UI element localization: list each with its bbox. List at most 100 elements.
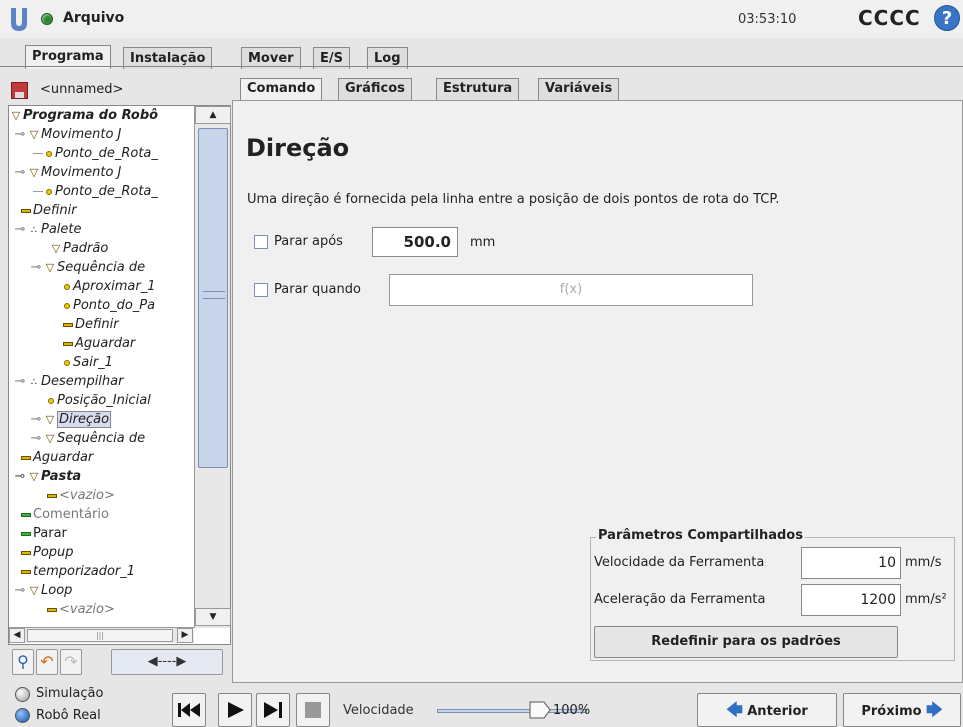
tab-graficos[interactable]: Gráficos xyxy=(338,78,412,100)
triangle-icon: ▽ xyxy=(29,166,39,179)
waypoint-icon xyxy=(46,188,52,195)
tab-divider xyxy=(0,66,963,67)
scroll-up-icon[interactable]: ▲ xyxy=(195,106,231,124)
stop-when-checkbox[interactable] xyxy=(254,283,268,297)
tree-node[interactable]: ⊸ ▽ Sequência de xyxy=(29,429,146,448)
play-icon xyxy=(228,702,244,718)
tree-node[interactable]: ⊸ ▽ Loop xyxy=(13,581,73,600)
tree-branch-icon: ⊸ xyxy=(30,412,42,427)
move-node-button[interactable]: ◀----▶ xyxy=(111,649,223,675)
rewind-button[interactable] xyxy=(172,693,206,727)
tree-node[interactable]: Aproximar_1 xyxy=(61,277,156,296)
tree-node[interactable]: Aguardar xyxy=(19,448,93,467)
robot-name: CCCC xyxy=(858,6,921,30)
arrow-right-icon: 🡆 xyxy=(926,700,943,719)
previous-button[interactable]: 🡄 Anterior xyxy=(697,693,837,727)
next-button[interactable]: Próximo 🡆 xyxy=(843,693,961,727)
scroll-right-icon[interactable]: ▶ xyxy=(177,628,193,643)
tree-node[interactable]: Ponto_de_Rota_ xyxy=(33,182,158,201)
search-icon[interactable]: ⚲ xyxy=(12,649,34,675)
tool-speed-input[interactable]: 10 xyxy=(801,547,901,579)
tree-node[interactable]: Ponto_do_Pa xyxy=(61,296,155,315)
tab-comando[interactable]: Comando xyxy=(240,78,323,100)
play-button[interactable] xyxy=(218,693,252,727)
real-robot-label: Robô Real xyxy=(36,708,101,723)
tree-node[interactable]: ⊸ ▽ Movimento J xyxy=(13,163,122,182)
triangle-icon: ▽ xyxy=(45,432,55,445)
reset-defaults-button[interactable]: Redefinir para os padrões xyxy=(594,626,898,658)
tree-node[interactable]: ⊸ ∴ Palete xyxy=(13,220,82,239)
stop-button[interactable] xyxy=(296,693,330,727)
top-bar: Arquivo 03:53:10 CCCC ? xyxy=(0,0,963,38)
dash-icon xyxy=(21,569,31,574)
tree-horizontal-scrollbar[interactable]: ◀ ||| ▶ xyxy=(9,627,194,643)
tree-branch-icon: ⊸ xyxy=(30,260,42,275)
stop-when-expression-input[interactable]: f(x) xyxy=(389,274,753,306)
waypoint-icon xyxy=(64,359,70,366)
tab-estrutura[interactable]: Estrutura xyxy=(436,78,520,100)
save-icon[interactable] xyxy=(11,82,28,99)
tree-node[interactable]: temporizador_1 xyxy=(19,562,135,581)
tool-accel-unit: mm/s² xyxy=(905,592,947,607)
triangle-icon: ▽ xyxy=(45,261,55,274)
tree-toolbar: ⚲ ↶ ↷ ◀----▶ xyxy=(8,645,231,679)
tree-node[interactable]: Parar xyxy=(19,524,67,543)
tree-node[interactable]: ▽ Padrão xyxy=(49,239,109,258)
tree-node[interactable]: ⊸ ▽ Movimento J xyxy=(13,125,122,144)
speed-slider-thumb[interactable] xyxy=(528,700,552,720)
tree-node[interactable]: <vazio> xyxy=(45,486,115,505)
robot-status-icon xyxy=(41,13,53,25)
tool-accel-input[interactable]: 1200 xyxy=(801,584,901,616)
tree-node[interactable]: Ponto_de_Rota_ xyxy=(33,144,158,163)
scroll-left-icon[interactable]: ◀ xyxy=(9,628,25,643)
tree-node[interactable]: Popup xyxy=(19,543,74,562)
tree-node[interactable]: Sair_1 xyxy=(61,353,113,372)
waypoint-icon xyxy=(64,283,70,290)
tree-node[interactable]: ⊸ ∴ Desempilhar xyxy=(13,372,124,391)
simulation-radio[interactable] xyxy=(15,687,30,702)
simulation-label: Simulação xyxy=(36,686,104,701)
real-robot-radio[interactable] xyxy=(15,708,30,723)
tree-node[interactable]: Definir xyxy=(61,315,119,334)
tree-branch-icon: ⊸ xyxy=(14,165,26,180)
previous-label: Anterior xyxy=(747,704,808,719)
tree-node[interactable]: Definir xyxy=(19,201,77,220)
stop-after-input[interactable]: 500.0 xyxy=(372,227,458,257)
tree-vertical-scrollbar[interactable]: ▲ ▼ xyxy=(194,106,231,628)
stop-when-label: Parar quando xyxy=(274,282,361,297)
dash-icon xyxy=(21,208,31,213)
waypoint-icon xyxy=(64,302,70,309)
tab-variaveis[interactable]: Variáveis xyxy=(538,78,620,100)
tree-node[interactable]: ⊸ ▽ Sequência de xyxy=(29,258,146,277)
waypoint-icon xyxy=(46,150,52,157)
help-icon[interactable]: ? xyxy=(934,5,960,31)
dash-icon xyxy=(47,607,57,612)
next-label: Próximo xyxy=(861,704,922,719)
scroll-down-icon[interactable]: ▼ xyxy=(195,608,231,626)
step-icon xyxy=(264,702,282,718)
pallet-icon: ∴ xyxy=(30,377,38,388)
file-menu[interactable]: Arquivo xyxy=(63,10,124,26)
tree-node[interactable]: Posição_Inicial xyxy=(45,391,151,410)
tree-branch-icon: ⊸ xyxy=(14,222,26,237)
tree-node-selected[interactable]: ⊸ ▽ Direção xyxy=(29,410,112,429)
dash-icon xyxy=(47,493,57,498)
scroll-thumb[interactable]: ||| xyxy=(27,629,173,642)
stop-after-unit: mm xyxy=(470,235,496,250)
step-button[interactable] xyxy=(256,693,290,727)
tree-node[interactable]: Aguardar xyxy=(61,334,135,353)
stop-after-checkbox[interactable] xyxy=(254,235,268,249)
tree-node[interactable]: Comentário xyxy=(19,505,109,524)
tree-branch-icon: ⊸ xyxy=(14,374,26,389)
triangle-icon: ▽ xyxy=(29,470,39,483)
scroll-thumb[interactable] xyxy=(198,128,228,468)
redo-icon[interactable]: ↷ xyxy=(60,649,82,675)
undo-icon[interactable]: ↶ xyxy=(36,649,58,675)
dash-icon xyxy=(21,455,31,460)
tree-node[interactable]: ▽ Programa do Robô xyxy=(9,106,158,125)
tree-node[interactable]: <vazio> xyxy=(45,600,115,619)
dash-icon xyxy=(63,322,73,327)
dash-icon xyxy=(21,512,31,517)
tree-node[interactable]: ⊸ ▽ Pasta xyxy=(13,467,82,486)
program-name: <unnamed> xyxy=(40,82,124,97)
